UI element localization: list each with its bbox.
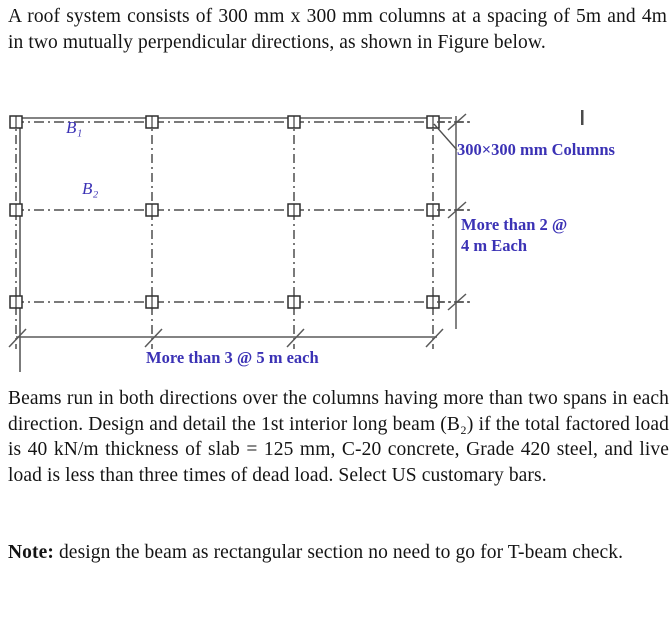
dimension-tick: [425, 328, 444, 348]
dimension-tick: [286, 328, 305, 348]
intro-paragraph: A roof system consists of 300 mm x 300 m…: [8, 6, 667, 53]
horizontal-gridlines: [14, 121, 470, 303]
note-text: design the beam as rectangular section n…: [53, 542, 624, 563]
beam-label-b1: B₁: [66, 118, 83, 137]
vertical-spacing-annotation: More than 2 @ 4 m Each: [461, 214, 567, 256]
note-label: Note:: [8, 542, 54, 563]
horizontal-spacing-annotation: More than 3 @ 5 m each: [146, 348, 319, 367]
beam-label-b2: B₂: [82, 179, 99, 198]
outer-beam-lines: [16, 117, 452, 372]
roof-framing-plan-figure: B₁ B₂ 300×300 mm Columns More than 2 @ 4…: [0, 104, 671, 382]
body-paragraph: Beams run in both directions over the co…: [8, 388, 669, 486]
dimension-tick: [8, 328, 27, 348]
note-paragraph: Note: design the beam as rectangular sec…: [8, 540, 669, 566]
column-leader-line: [433, 123, 458, 151]
vertical-spacing-line-1: More than 2 @: [461, 215, 568, 234]
vertical-gridlines: [15, 116, 434, 349]
vertical-spacing-line-2: 4 m Each: [461, 236, 527, 255]
horizontal-dimension-line: [8, 328, 444, 348]
dimension-tick: [144, 328, 163, 348]
column-symbols: [9, 115, 440, 309]
text-cursor-tick: [581, 110, 584, 125]
worksheet-page: A roof system consists of 300 mm x 300 m…: [0, 0, 671, 635]
column-center-ticks: [15, 116, 434, 308]
column-size-annotation: 300×300 mm Columns: [457, 140, 615, 159]
